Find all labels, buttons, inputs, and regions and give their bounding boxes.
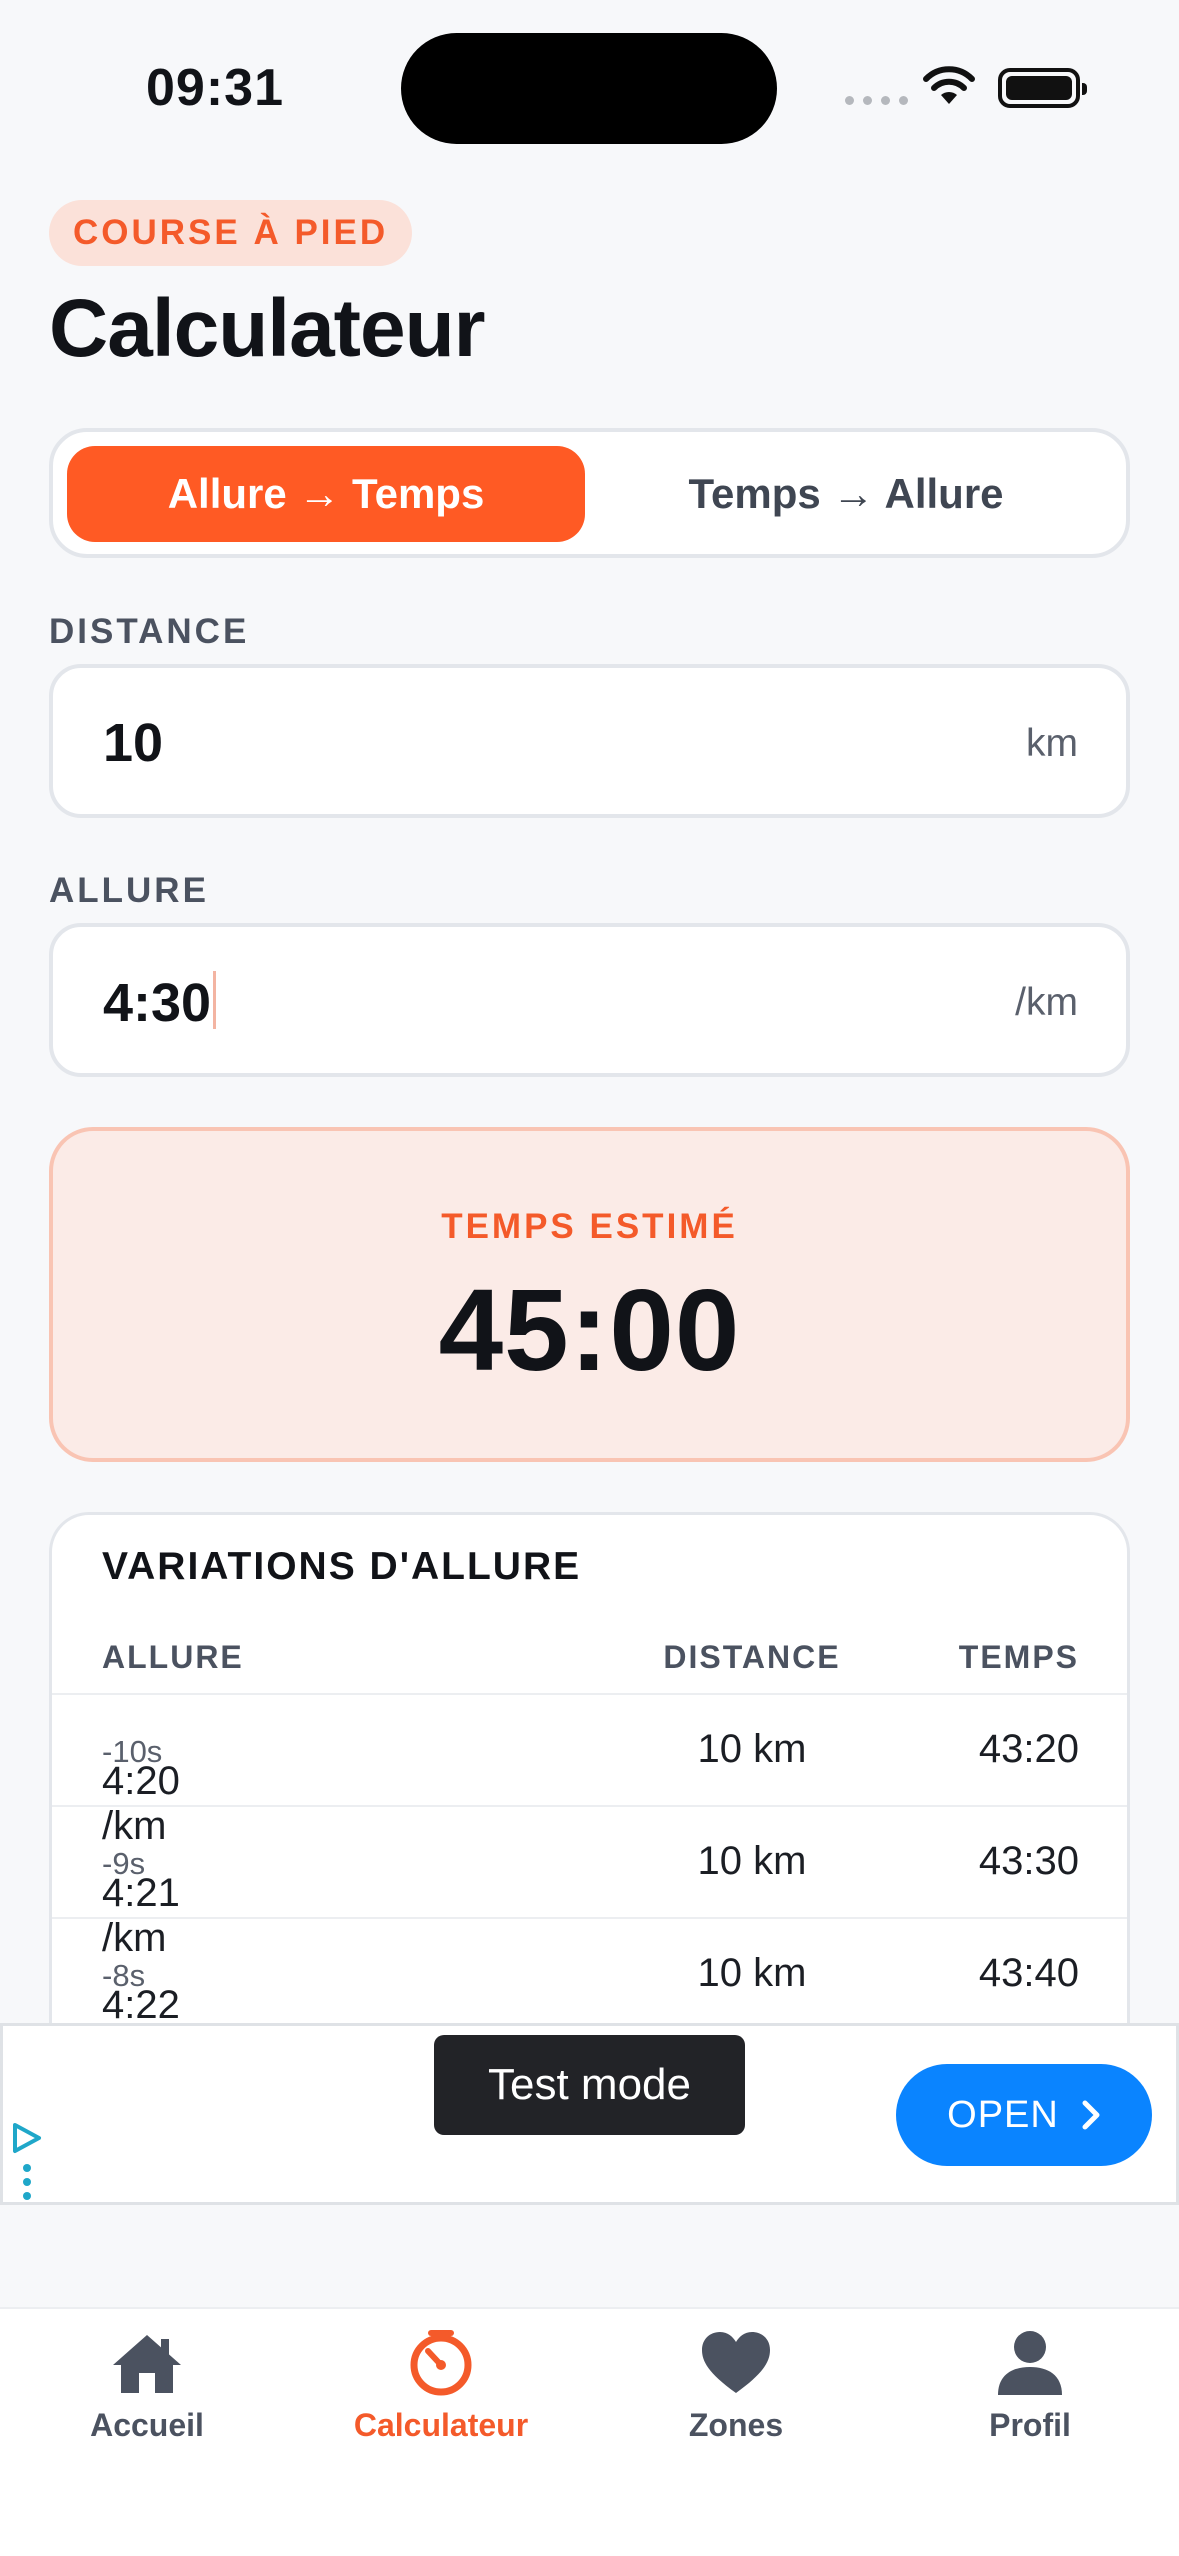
tab-calculateur[interactable]: Calculateur <box>331 2329 551 2444</box>
calculator-screen: 09:31 COURSE À PIED Calculateur Allure →… <box>0 0 1179 2556</box>
mode-option-time-to-pace[interactable]: Temps → Allure <box>585 446 1107 542</box>
page-title: Calculateur <box>49 283 486 374</box>
ad-open-label: OPEN <box>947 2093 1059 2136</box>
tab-label: Calculateur <box>353 2407 529 2443</box>
table-header: ALLURE DISTANCE TEMPS <box>52 1625 1127 1695</box>
mode-option-pace-to-time[interactable]: Allure → Temps <box>67 446 585 542</box>
pace-field[interactable]: 4:30 /km <box>49 923 1130 1077</box>
distance-value: 10 <box>103 713 164 773</box>
stopwatch-icon <box>410 2330 472 2396</box>
table-row: 4:21 /km -9s 10 km 43:30 <box>52 1807 1127 1960</box>
person-icon <box>998 2331 1062 2395</box>
heart-icon <box>702 2332 770 2393</box>
tab-bar: Accueil Calculateur Zones Profil <box>0 2307 1179 2556</box>
test-mode-toast: Test mode <box>434 2035 745 2135</box>
table-row: 4:20 /km -10s 10 km 43:20 <box>52 1695 1127 1848</box>
table-title: VARIATIONS D'ALLURE <box>102 1545 582 1588</box>
text-caret <box>213 971 217 1029</box>
status-time: 09:31 <box>146 59 284 117</box>
tab-label: Zones <box>688 2407 784 2443</box>
estimated-time-card: TEMPS ESTIMÉ 45:00 <box>49 1127 1130 1462</box>
dynamic-island <box>401 33 777 144</box>
tab-label: Profil <box>989 2407 1071 2443</box>
home-icon <box>113 2335 181 2393</box>
pace-value-wrap: 4:30 <box>103 971 217 1034</box>
row-distance: 10 km <box>697 1839 807 1883</box>
column-header-distance: DISTANCE <box>663 1639 841 1675</box>
pace-value: 4:30 <box>103 973 212 1033</box>
mode-toggle: Allure → Temps Temps → Allure <box>49 428 1130 558</box>
ad-menu-icon[interactable] <box>23 2164 31 2200</box>
row-distance: 10 km <box>697 1727 807 1771</box>
pace-unit: /km <box>1015 981 1078 1024</box>
row-time: 43:30 <box>978 1839 1079 1883</box>
row-pace: 4:21 /km -9s <box>102 1839 180 1960</box>
column-header-time: TEMPS <box>958 1639 1079 1675</box>
tab-profil[interactable]: Profil <box>920 2329 1140 2444</box>
cellular-signal-icon <box>845 96 908 105</box>
column-header-pace: ALLURE <box>102 1639 244 1675</box>
battery-icon <box>998 68 1087 108</box>
ad-open-button[interactable]: OPEN <box>896 2064 1152 2166</box>
row-time: 43:20 <box>978 1727 1079 1771</box>
estimated-time-label: TEMPS ESTIMÉ <box>441 1207 738 1246</box>
pace-variations-table: VARIATIONS D'ALLURE ALLURE DISTANCE TEMP… <box>49 1512 1130 2032</box>
estimated-time-value: 45:00 <box>438 1265 741 1395</box>
distance-unit: km <box>1026 722 1078 765</box>
table-row: 4:22 /km -8s 10 km 43:40 <box>52 1919 1127 2032</box>
category-badge: COURSE À PIED <box>49 200 413 266</box>
row-pace: 4:20 /km -10s <box>102 1727 180 1848</box>
wifi-icon <box>923 66 975 104</box>
tab-label: Accueil <box>90 2407 204 2443</box>
row-distance: 10 km <box>697 1951 807 1995</box>
row-pace: 4:22 /km -8s <box>102 1951 180 2032</box>
distance-label: DISTANCE <box>49 612 250 651</box>
chevron-right-icon <box>1082 2100 1100 2130</box>
distance-field[interactable]: 10 km <box>49 664 1130 818</box>
ad-choices-icon[interactable] <box>9 2121 43 2155</box>
pace-label: ALLURE <box>49 871 209 910</box>
row-time: 43:40 <box>978 1951 1079 1995</box>
tab-zones[interactable]: Zones <box>626 2329 846 2444</box>
tab-accueil[interactable]: Accueil <box>37 2329 257 2444</box>
